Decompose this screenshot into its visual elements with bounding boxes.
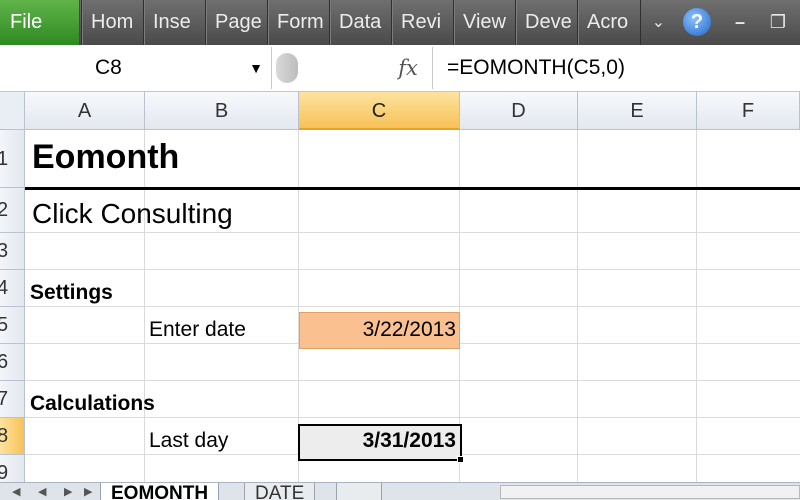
excel-window: File Hom Inse Page Form Data Revi View D… bbox=[0, 0, 800, 500]
name-box-dropdown-icon[interactable]: ▼ bbox=[245, 47, 267, 89]
column-header-d[interactable]: D bbox=[460, 92, 578, 130]
tab-page-layout[interactable]: Page bbox=[205, 0, 267, 45]
gridline bbox=[25, 380, 800, 381]
restore-icon[interactable]: ❐ bbox=[762, 0, 794, 45]
sheet-tab-bar: ◀ ◀ ▶ ▶ EOMONTH DATE bbox=[0, 482, 800, 500]
ribbon-collapse-icon[interactable]: ⌄ bbox=[640, 0, 676, 45]
minimize-icon[interactable]: – bbox=[724, 0, 756, 45]
cell-b8-label: Last day bbox=[149, 429, 229, 452]
row-header-7[interactable]: 7 bbox=[0, 381, 25, 418]
row-header-3[interactable]: 3 bbox=[0, 233, 25, 270]
help-icon[interactable]: ? bbox=[683, 8, 711, 36]
tab-home[interactable]: Hom bbox=[81, 0, 143, 45]
gridline bbox=[25, 417, 800, 418]
prev-sheet-icon[interactable]: ◀ bbox=[38, 483, 46, 500]
ribbon-tab-bar: File Hom Inse Page Form Data Revi View D… bbox=[0, 0, 800, 45]
row-header-5[interactable]: 5 bbox=[0, 307, 25, 344]
row-header-8[interactable]: 8 bbox=[0, 418, 25, 455]
next-sheet-icon[interactable]: ▶ bbox=[64, 483, 72, 500]
column-header-f[interactable]: F bbox=[697, 92, 800, 130]
gridline bbox=[25, 232, 800, 233]
insert-function-icon[interactable]: fx bbox=[394, 47, 422, 89]
cell-c8-value: 3/31/2013 bbox=[362, 429, 456, 452]
formula-input[interactable]: =EOMONTH(C5,0) bbox=[432, 47, 800, 89]
cell-a2-subtitle: Click Consulting bbox=[32, 198, 233, 229]
column-header-e[interactable]: E bbox=[578, 92, 697, 130]
row-header-4[interactable]: 4 bbox=[0, 270, 25, 307]
horizontal-scrollbar[interactable] bbox=[500, 485, 800, 499]
tab-review[interactable]: Revi bbox=[391, 0, 453, 45]
fill-handle[interactable] bbox=[457, 456, 464, 463]
gridline bbox=[25, 269, 800, 270]
formula-bar: C8 ▼ fx =EOMONTH(C5,0) bbox=[0, 45, 800, 92]
row-header-1[interactable]: 1 bbox=[0, 130, 25, 188]
tab-acrobat[interactable]: Acro bbox=[577, 0, 639, 45]
cell-a4-settings: Settings bbox=[30, 281, 113, 304]
column-header-a[interactable]: A bbox=[25, 92, 145, 130]
row-header-6[interactable]: 6 bbox=[0, 344, 25, 381]
gridline bbox=[25, 306, 800, 307]
sheet-tab-eomonth[interactable]: EOMONTH bbox=[100, 483, 220, 500]
tab-developer[interactable]: Deve bbox=[515, 0, 577, 45]
tab-file[interactable]: File bbox=[0, 0, 80, 45]
first-sheet-icon[interactable]: ◀ bbox=[12, 483, 20, 500]
cell-c5-value: 3/22/2013 bbox=[362, 318, 456, 341]
sheet-tab-date[interactable]: DATE bbox=[244, 483, 316, 500]
worksheet-grid[interactable]: A B C D E F 1 2 3 4 5 6 7 8 9 Eomonth bbox=[0, 92, 800, 482]
tab-insert[interactable]: Inse bbox=[143, 0, 205, 45]
name-box[interactable]: C8 bbox=[0, 47, 272, 89]
cell-a7-calculations: Calculations bbox=[30, 392, 155, 415]
select-all-corner[interactable] bbox=[0, 92, 25, 130]
formula-bar-resize-handle[interactable] bbox=[276, 53, 298, 83]
row-header-2[interactable]: 2 bbox=[0, 188, 25, 233]
cell-b5-label: Enter date bbox=[149, 318, 246, 341]
row-header-9[interactable]: 9 bbox=[0, 455, 25, 482]
column-header-c[interactable]: C bbox=[299, 92, 460, 130]
tab-view[interactable]: View bbox=[453, 0, 515, 45]
cell-a1-title: Eomonth bbox=[32, 138, 180, 176]
title-bottom-border bbox=[25, 187, 800, 190]
tab-data[interactable]: Data bbox=[329, 0, 391, 45]
insert-sheet-icon[interactable] bbox=[336, 483, 382, 500]
column-header-b[interactable]: B bbox=[145, 92, 299, 130]
last-sheet-icon[interactable]: ▶ bbox=[84, 483, 92, 500]
tab-formulas[interactable]: Form bbox=[267, 0, 329, 45]
